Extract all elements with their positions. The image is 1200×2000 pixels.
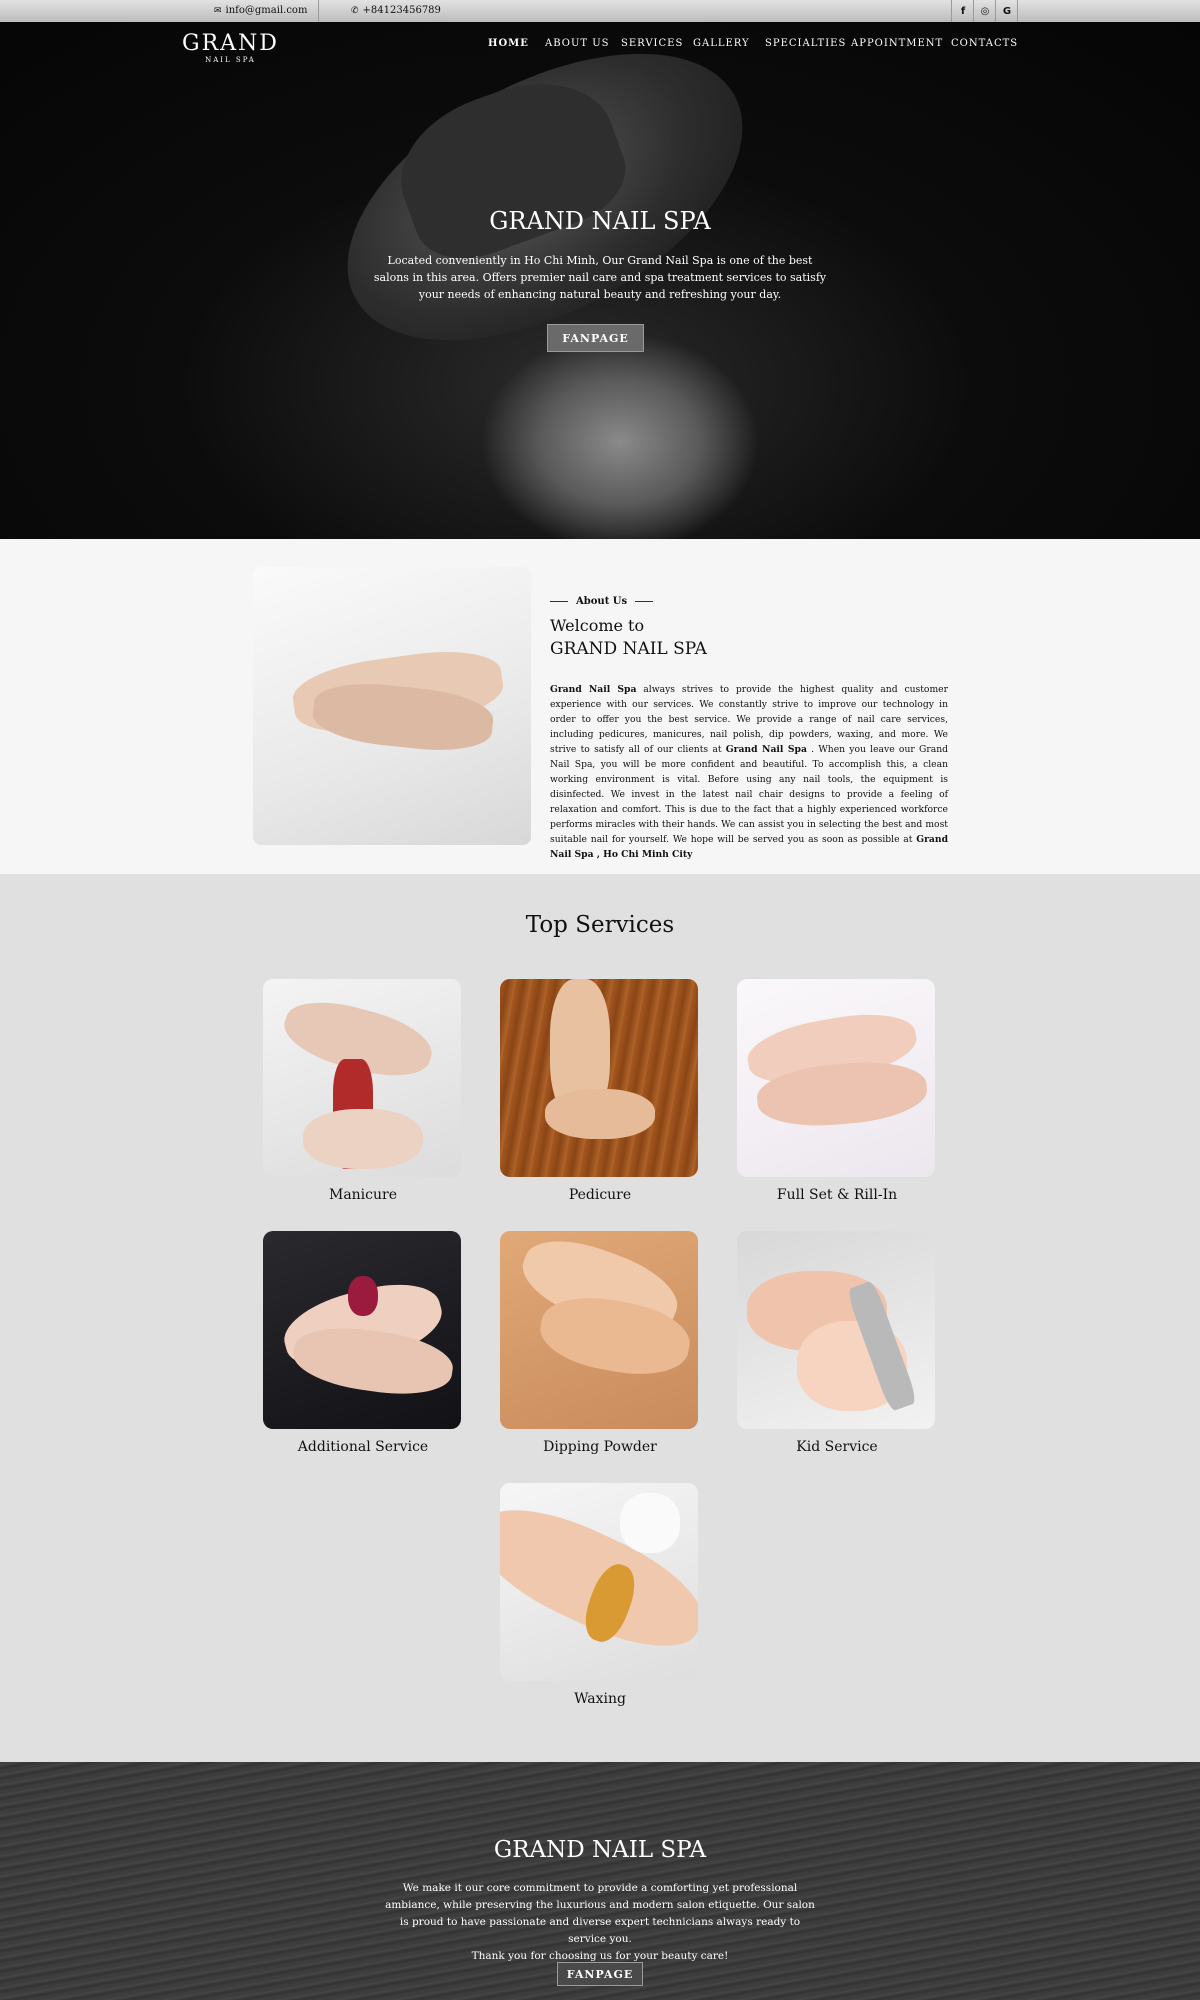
hand-shape: [289, 1320, 457, 1402]
service-label: Pedicure: [568, 1187, 632, 1203]
nav-gallery[interactable]: GALLERY: [693, 38, 750, 49]
hero-description: Located conveniently in Ho Chi Minh, Our…: [373, 254, 827, 301]
service-image: [500, 1483, 698, 1681]
tag-line: [550, 601, 568, 602]
phone-icon: ✆: [351, 5, 359, 16]
services-section: Top Services Manicure Pedicure Full Set …: [0, 874, 1200, 1762]
instagram-icon[interactable]: ◎: [974, 0, 996, 22]
service-label: Kid Service: [796, 1439, 878, 1455]
glove-shape: [620, 1493, 680, 1553]
google-icon[interactable]: G: [996, 0, 1018, 22]
divider: [1017, 0, 1018, 22]
nav-about-us[interactable]: ABOUT US: [545, 38, 610, 49]
phone-text: +84123456789: [362, 5, 441, 16]
site-logo[interactable]: GRAND NAIL SPA: [182, 31, 279, 65]
services-title: Top Services: [525, 912, 675, 938]
about-section: About Us Welcome to GRAND NAIL SPA Grand…: [0, 539, 1200, 874]
nav-appointment[interactable]: APPOINTMENT: [851, 38, 943, 49]
hand-shape: [303, 1109, 423, 1169]
service-card-pedicure[interactable]: Pedicure: [500, 979, 700, 1203]
about-tag: About Us: [550, 596, 654, 607]
about-tag-text: About Us: [576, 596, 628, 607]
top-bar: ✉ info@gmail.com ✆ +84123456789 f ◎ G: [0, 0, 1200, 22]
service-image: [737, 1231, 935, 1429]
service-card-full-set[interactable]: Full Set & Rill-In: [737, 979, 937, 1203]
service-image: [263, 979, 461, 1177]
flower-shape: [348, 1276, 378, 1316]
envelope-icon: ✉: [214, 5, 222, 16]
divider: [318, 0, 319, 22]
about-bold: Grand Nail Spa: [725, 744, 807, 755]
service-image: [500, 1231, 698, 1429]
footer-description: We make it our core commitment to provid…: [385, 1880, 815, 1965]
facebook-icon[interactable]: f: [952, 0, 974, 22]
nav-services[interactable]: SERVICES: [621, 38, 683, 49]
service-label: Additional Service: [297, 1439, 429, 1455]
hero-figure-shoulders: [480, 332, 760, 539]
hero-section: GRAND NAIL SPA HOME ABOUT US SERVICES GA…: [0, 22, 1200, 539]
footer-section: GRAND NAIL SPA We make it our core commi…: [0, 1762, 1200, 2000]
logo-text: GRAND: [182, 31, 279, 56]
email-link[interactable]: ✉ info@gmail.com: [214, 5, 307, 16]
service-label: Dipping Powder: [543, 1439, 657, 1455]
service-label: Manicure: [328, 1187, 397, 1203]
about-bold: Grand Nail Spa: [550, 684, 637, 695]
service-card-manicure[interactable]: Manicure: [263, 979, 463, 1203]
fanpage-button[interactable]: FANPAGE: [547, 324, 644, 352]
tag-line: [635, 601, 654, 602]
service-image: [500, 979, 698, 1177]
service-label: Waxing: [574, 1691, 626, 1707]
service-label: Full Set & Rill-In: [776, 1187, 898, 1203]
service-image: [737, 979, 935, 1177]
about-paragraph: Grand Nail Spa always strives to provide…: [550, 682, 948, 862]
service-card-dipping-powder[interactable]: Dipping Powder: [500, 1231, 700, 1455]
email-text: info@gmail.com: [225, 5, 308, 16]
footer-line: We make it our core commitment to provid…: [385, 1882, 815, 1945]
service-card-waxing[interactable]: Waxing: [500, 1483, 700, 1707]
nav-contacts[interactable]: CONTACTS: [951, 38, 1018, 49]
foot-shape: [545, 1089, 655, 1139]
hero-title: GRAND NAIL SPA: [489, 207, 711, 235]
phone-link[interactable]: ✆ +84123456789: [351, 5, 441, 16]
service-card-kid-service[interactable]: Kid Service: [737, 1231, 937, 1455]
about-heading: Welcome to: [550, 616, 645, 635]
logo-subtext: NAIL SPA: [205, 56, 256, 64]
service-image: [263, 1231, 461, 1429]
nav-specialties[interactable]: SPECIALTIES: [765, 38, 846, 49]
nav-home[interactable]: HOME: [488, 38, 529, 49]
about-subheading: GRAND NAIL SPA: [550, 639, 707, 659]
footer-title: GRAND NAIL SPA: [493, 1837, 707, 1863]
service-card-additional[interactable]: Additional Service: [263, 1231, 463, 1455]
about-image: [253, 567, 531, 845]
footer-fanpage-button[interactable]: FANPAGE: [557, 1962, 643, 1986]
about-text-part: . When you leave our Grand Nail Spa, you…: [550, 744, 949, 845]
